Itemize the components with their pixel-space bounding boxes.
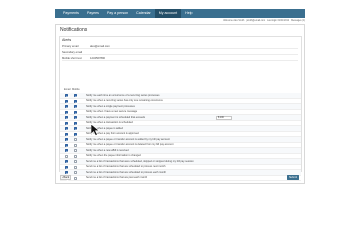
primary-email-value: alex@email.com xyxy=(90,44,110,48)
account-email[interactable]: jsmith@email.com xyxy=(246,19,265,23)
email-checkbox[interactable] xyxy=(65,121,69,125)
mobile-checkbox[interactable] xyxy=(74,132,78,136)
mobile-checkbox[interactable] xyxy=(74,127,78,131)
email-checkbox[interactable] xyxy=(65,171,69,175)
nav-calendar[interactable]: Calendar xyxy=(132,9,155,18)
nav-payees[interactable]: Payees xyxy=(83,9,103,18)
back-button-label: Back xyxy=(63,176,70,179)
email-checkbox[interactable] xyxy=(65,143,69,147)
email-checkbox[interactable] xyxy=(65,154,69,158)
notification-row: Send me a list of transactions that are … xyxy=(60,176,301,181)
page-title: Notifications xyxy=(60,27,88,33)
messages-link[interactable]: Messages (1) xyxy=(291,19,305,23)
mobile-checkbox[interactable] xyxy=(74,94,78,98)
email-checkbox[interactable] xyxy=(65,94,69,98)
mobile-checkbox[interactable] xyxy=(74,165,78,169)
notifications-panel: Notifications Alerts Primary email alex@… xyxy=(55,24,305,184)
mobile-checkbox[interactable] xyxy=(74,176,78,180)
mobile-checkbox[interactable] xyxy=(74,171,78,175)
alerts-heading: Alerts xyxy=(62,38,72,42)
nav-help[interactable]: Help xyxy=(181,9,196,18)
mobile-checkbox[interactable] xyxy=(74,105,78,109)
email-checkbox[interactable] xyxy=(65,132,69,136)
email-checkbox[interactable] xyxy=(65,160,69,164)
email-checkbox[interactable] xyxy=(65,105,69,109)
mobile-checkbox[interactable] xyxy=(74,154,78,158)
email-checkbox[interactable] xyxy=(65,110,69,114)
threshold-amount-input[interactable]: $ 100 xyxy=(216,115,232,120)
email-checkbox[interactable] xyxy=(65,138,69,142)
last-login: Last login 01/01/2012 xyxy=(267,20,290,22)
mobile-label: Mobile short text xyxy=(62,56,82,60)
alerts-section: Alerts Primary email alex@email.com Seco… xyxy=(59,36,302,181)
mobile-value: 1234567890 xyxy=(90,56,105,60)
mobile-checkbox[interactable] xyxy=(74,121,78,125)
mobile-checkbox[interactable] xyxy=(74,110,78,114)
mobile-checkbox[interactable] xyxy=(74,149,78,153)
notification-list: Notify me each time an occurrence of a r… xyxy=(60,93,301,181)
mobile-row: Mobile short text 1234567890 xyxy=(62,56,298,61)
email-checkbox[interactable] xyxy=(65,149,69,153)
top-navigation: Payments Payees Pay a person Calendar My… xyxy=(55,9,305,18)
email-checkbox[interactable] xyxy=(65,165,69,169)
nav-pay-a-person[interactable]: Pay a person xyxy=(103,9,132,18)
nav-payments[interactable]: Payments xyxy=(59,9,83,18)
secondary-email-row: Secondary email xyxy=(62,50,298,55)
mobile-checkbox[interactable] xyxy=(74,116,78,120)
mobile-checkbox[interactable] xyxy=(74,143,78,147)
mouse-cursor-icon xyxy=(90,123,100,136)
email-checkbox[interactable] xyxy=(65,127,69,131)
welcome-text: Welcome Alex Smith xyxy=(223,20,245,22)
user-bar: Welcome Alex Smith jsmith@email.com Last… xyxy=(200,19,305,23)
mobile-checkbox[interactable] xyxy=(74,160,78,164)
mobile-column-header: Mobile xyxy=(72,88,80,91)
primary-email-row: Primary email alex@email.com xyxy=(62,44,298,49)
email-column-header: Email xyxy=(64,88,71,91)
nav-my-account[interactable]: My account xyxy=(154,9,182,18)
email-checkbox[interactable] xyxy=(65,116,69,120)
submit-button[interactable]: Submit xyxy=(287,175,299,180)
email-checkbox[interactable] xyxy=(65,99,69,103)
mobile-checkbox[interactable] xyxy=(74,138,78,142)
mobile-checkbox[interactable] xyxy=(74,99,78,103)
back-button[interactable]: ‹ Back xyxy=(60,175,71,180)
notification-label: Send me a list of transactions that are … xyxy=(86,176,148,179)
secondary-email-label: Secondary email xyxy=(62,50,83,54)
primary-email-label: Primary email xyxy=(62,44,79,48)
